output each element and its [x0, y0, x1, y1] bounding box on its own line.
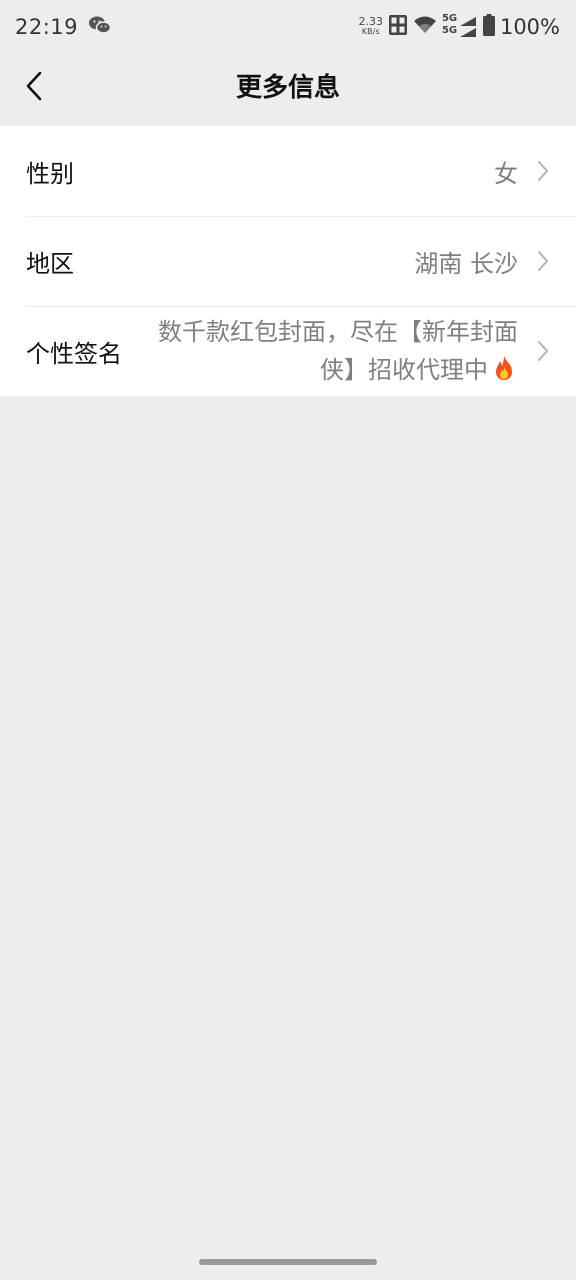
- home-indicator[interactable]: [199, 1259, 377, 1265]
- list-item-gender[interactable]: 性别 女: [0, 126, 576, 216]
- status-right: 2.33 KB/s 5G 5G 100%: [358, 13, 560, 41]
- page-title: 更多信息: [235, 73, 340, 103]
- signal-label-bottom: 5G: [441, 25, 458, 36]
- list-item-signature[interactable]: 个性签名 数千款红包封面，尽在【新年封面侠】招收代理中: [0, 306, 576, 396]
- chevron-right-icon: [536, 249, 550, 273]
- status-time: 22:19: [15, 15, 79, 39]
- wifi-icon: [413, 15, 437, 40]
- item-value: 湖南 长沙: [414, 249, 518, 278]
- screen: 22:19 2.33 KB/s 5G 5G 100% 更多信息 性别 女 地区 …: [0, 0, 576, 1280]
- list-item-region[interactable]: 地区 湖南 长沙: [0, 216, 576, 306]
- battery-percent: 100%: [499, 15, 560, 39]
- network-speed: 2.33 KB/s: [358, 15, 383, 37]
- chevron-right-icon: [536, 339, 550, 363]
- battery-icon: [482, 13, 495, 41]
- network-speed-unit: KB/s: [361, 27, 380, 36]
- network-speed-value: 2.33: [358, 15, 383, 28]
- chevron-right-icon: [536, 159, 550, 183]
- wechat-icon: [88, 15, 112, 40]
- item-label: 地区: [26, 249, 74, 278]
- nav-bar: 更多信息: [0, 54, 576, 126]
- signal-icon: 5G 5G: [441, 13, 478, 39]
- info-list: 性别 女 地区 湖南 长沙 个性签名 数千款红包封面，尽在【新年封面侠】招收代理…: [0, 126, 576, 396]
- signal-label-top: 5G: [441, 13, 458, 24]
- item-label: 个性签名: [26, 339, 122, 368]
- signature-text: 数千款红包封面，尽在【新年封面侠】招收代理中: [158, 318, 518, 384]
- hd-icon: [388, 14, 408, 41]
- status-bar: 22:19 2.33 KB/s 5G 5G 100%: [0, 0, 576, 54]
- signature-value: 数千款红包封面，尽在【新年封面侠】招收代理中: [158, 313, 518, 389]
- status-left: 22:19: [15, 15, 112, 40]
- fire-icon: [490, 354, 518, 382]
- item-value: 女: [494, 159, 518, 188]
- item-label: 性别: [26, 159, 74, 188]
